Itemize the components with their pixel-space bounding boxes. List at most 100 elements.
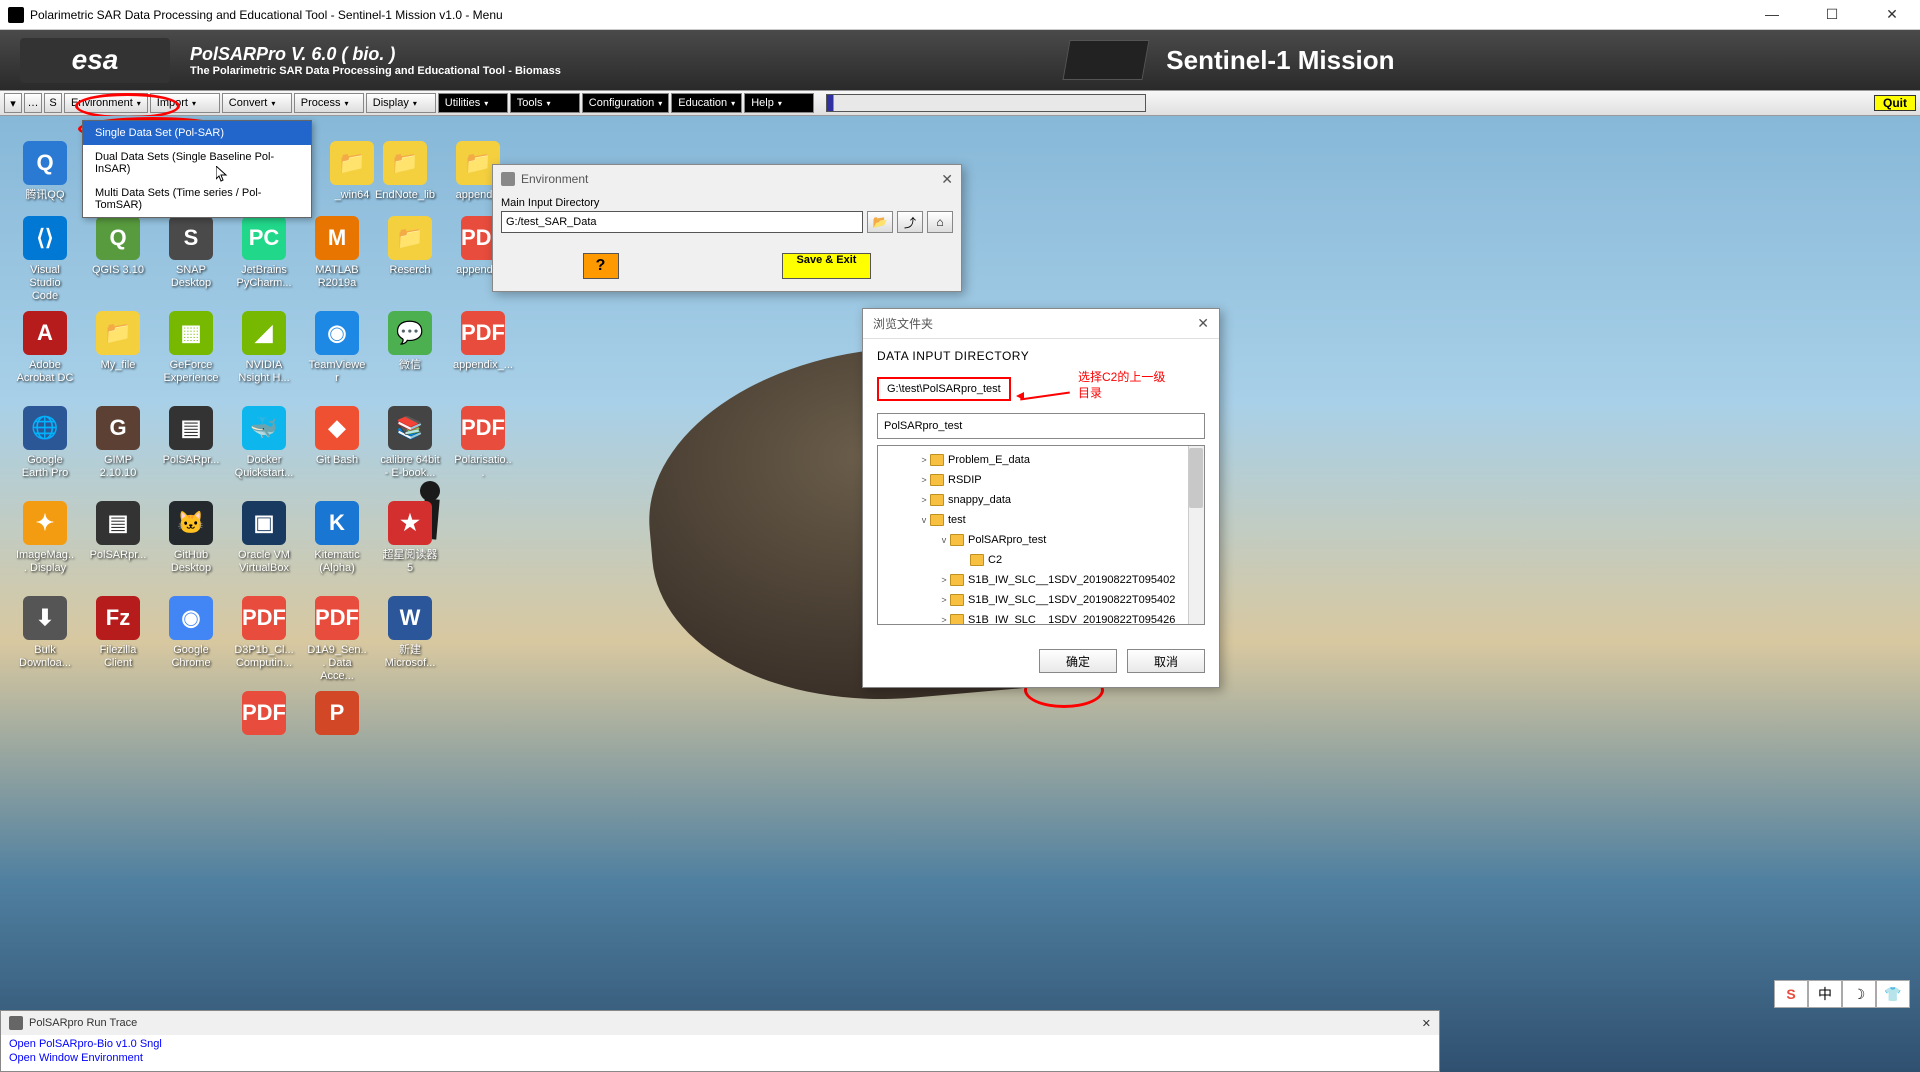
banner-mission: Sentinel-1 Mission: [1166, 45, 1394, 76]
tree-node[interactable]: vtest: [878, 510, 1204, 530]
banner-image: [1063, 40, 1150, 80]
desktop-icon[interactable]: PCJetBrains PyCharm...: [234, 216, 294, 290]
desktop-icon[interactable]: 📁_win64: [322, 141, 382, 202]
selected-path-display: G:\test\PolSARpro_test: [877, 377, 1011, 401]
menu-convert[interactable]: Convert: [222, 93, 292, 113]
browse-folder-dialog: 浏览文件夹 ✕ DATA INPUT DIRECTORY G:\test\Pol…: [862, 308, 1220, 688]
desktop-icon[interactable]: Q腾讯QQ: [15, 141, 75, 202]
menu-display[interactable]: Display: [366, 93, 436, 113]
desktop-icon[interactable]: 💬微信: [380, 311, 440, 372]
menu-environment[interactable]: Environment: [64, 93, 148, 113]
dialog-title: Environment: [521, 172, 588, 186]
menu-item-dual-data-sets[interactable]: Dual Data Sets (Single Baseline Pol-InSA…: [83, 145, 311, 181]
app-icon: [8, 7, 24, 23]
save-exit-button[interactable]: Save & Exit: [782, 253, 872, 279]
folder-name-input[interactable]: [877, 413, 1205, 439]
home-button[interactable]: ⌂: [927, 211, 953, 233]
menu-s-button[interactable]: S: [44, 93, 62, 113]
desktop-icon[interactable]: KKitematic (Alpha): [307, 501, 367, 575]
menu-configuration[interactable]: Configuration: [582, 93, 669, 113]
run-trace-line: Open PolSARpro-Bio v1.0 Sngl: [9, 1037, 1431, 1051]
desktop-icon[interactable]: PDFD3P1b_Cl... Computin...: [234, 596, 294, 670]
dialog-close-button[interactable]: ✕: [941, 171, 953, 188]
dialog-icon: [501, 172, 515, 186]
desktop-icon[interactable]: SSNAP Desktop: [161, 216, 221, 290]
menu-ellipsis-button[interactable]: …: [24, 93, 42, 113]
app-banner: esa PolSARPro V. 6.0 ( bio. ) The Polari…: [0, 30, 1920, 90]
menu-item-multi-data-sets[interactable]: Multi Data Sets (Time series / Pol-TomSA…: [83, 181, 311, 217]
desktop-icon[interactable]: ⟨⟩Visual Studio Code: [15, 216, 75, 303]
tree-node[interactable]: C2: [878, 550, 1204, 570]
menu-education[interactable]: Education: [671, 93, 742, 113]
help-button[interactable]: ?: [583, 253, 619, 279]
folder-tree[interactable]: >Problem_E_data>RSDIP>snappy_datavtestvP…: [877, 445, 1205, 625]
browse-folder-button[interactable]: 📂: [867, 211, 893, 233]
browse-dialog-close-button[interactable]: ✕: [1197, 315, 1209, 332]
window-titlebar: Polarimetric SAR Data Processing and Edu…: [0, 0, 1920, 30]
desktop-icon[interactable]: PDFappendix_...: [453, 311, 513, 372]
menu-dropdown-button[interactable]: ▾: [4, 93, 22, 113]
menu-utilities[interactable]: Utilities: [438, 93, 508, 113]
desktop-icon[interactable]: GGIMP 2.10.10: [88, 406, 148, 480]
desktop-icon[interactable]: PDFD1A9_Sen... Data Acce...: [307, 596, 367, 683]
run-trace-close-button[interactable]: ✕: [1422, 1017, 1431, 1030]
environment-dialog: Environment ✕ Main Input Directory 📂 ⤴ ⌂…: [492, 164, 962, 292]
desktop-icon[interactable]: ◉TeamViewer: [307, 311, 367, 385]
desktop-icon[interactable]: W新建 Microsof...: [380, 596, 440, 670]
tree-node[interactable]: >S1B_IW_SLC__1SDV_20190822T095402: [878, 570, 1204, 590]
tree-scrollbar[interactable]: [1188, 446, 1204, 624]
menu-import[interactable]: Import: [150, 93, 220, 113]
desktop-icon[interactable]: ✦ImageMag... Display: [15, 501, 75, 575]
desktop-icon[interactable]: FzFilezilla Client: [88, 596, 148, 670]
cancel-button[interactable]: 取消: [1127, 649, 1205, 673]
menu-process[interactable]: Process: [294, 93, 364, 113]
tree-node[interactable]: >RSDIP: [878, 470, 1204, 490]
run-trace-line: Open Window Environment: [9, 1051, 1431, 1065]
tree-node[interactable]: >Problem_E_data: [878, 450, 1204, 470]
menu-tools[interactable]: Tools: [510, 93, 580, 113]
desktop-icon[interactable]: ▦GeForce Experience: [161, 311, 221, 385]
desktop-icon[interactable]: 🐳Docker Quickstart...: [234, 406, 294, 480]
desktop-icon[interactable]: QQGIS 3.10: [88, 216, 148, 277]
desktop-icon[interactable]: MMATLAB R2019a: [307, 216, 367, 290]
tray-icon-ime[interactable]: 中: [1808, 980, 1842, 1008]
desktop-icon[interactable]: ◉Google Chrome: [161, 596, 221, 670]
desktop-icon[interactable]: 🌐Google Earth Pro: [15, 406, 75, 480]
tree-node[interactable]: >S1B_IW_SLC__1SDV_20190822T095426: [878, 610, 1204, 625]
run-trace-icon: [9, 1016, 23, 1030]
desktop-icon[interactable]: ◆Git Bash: [307, 406, 367, 467]
desktop-icon[interactable]: ⬇Bulk Downloa...: [15, 596, 75, 670]
desktop-icon[interactable]: AAdobe Acrobat DC: [15, 311, 75, 385]
tree-node[interactable]: vPolSARpro_test: [878, 530, 1204, 550]
tree-node[interactable]: >snappy_data: [878, 490, 1204, 510]
menu-help[interactable]: Help: [744, 93, 814, 113]
desktop-icon[interactable]: 🐱GitHub Desktop: [161, 501, 221, 575]
tray-icon-moon[interactable]: ☽: [1842, 980, 1876, 1008]
desktop-icon[interactable]: PDF: [234, 691, 294, 739]
desktop-icon[interactable]: ▤PolSARpr...: [88, 501, 148, 562]
minimize-button[interactable]: —: [1752, 6, 1792, 23]
desktop-icon[interactable]: PDFPolarisatio...: [453, 406, 513, 480]
desktop-icon[interactable]: ▣Oracle VM VirtualBox: [234, 501, 294, 575]
maximize-button[interactable]: ☐: [1812, 6, 1852, 23]
desktop-icon[interactable]: ▤PolSARpr...: [161, 406, 221, 467]
run-trace-panel: PolSARpro Run Trace ✕ Open PolSARpro-Bio…: [0, 1010, 1440, 1072]
desktop-icon[interactable]: 📁EndNote_lib: [375, 141, 435, 202]
main-input-directory-field[interactable]: [501, 211, 863, 233]
tray-icon-s[interactable]: S: [1774, 980, 1808, 1008]
menu-item-single-data-set[interactable]: Single Data Set (Pol-SAR): [83, 121, 311, 145]
tree-node[interactable]: >S1B_IW_SLC__1SDV_20190822T095402: [878, 590, 1204, 610]
desktop-icon[interactable]: 📁My_file: [88, 311, 148, 372]
desktop-icon[interactable]: P: [307, 691, 367, 739]
desktop-icon[interactable]: ★超星阅读器5: [380, 501, 440, 575]
esa-logo: esa: [20, 38, 170, 83]
desktop-icon[interactable]: ◢NVIDIA Nsight H...: [234, 311, 294, 385]
tray-icon-shirt[interactable]: 👕: [1876, 980, 1910, 1008]
desktop-icon[interactable]: 📚calibre 64bit - E-book...: [380, 406, 440, 480]
ok-button[interactable]: 确定: [1039, 649, 1117, 673]
run-trace-title: PolSARpro Run Trace: [29, 1017, 137, 1029]
up-folder-button[interactable]: ⤴: [897, 211, 923, 233]
desktop-icon[interactable]: 📁Reserch: [380, 216, 440, 277]
close-button[interactable]: ✕: [1872, 6, 1912, 23]
quit-button[interactable]: Quit: [1874, 95, 1916, 111]
